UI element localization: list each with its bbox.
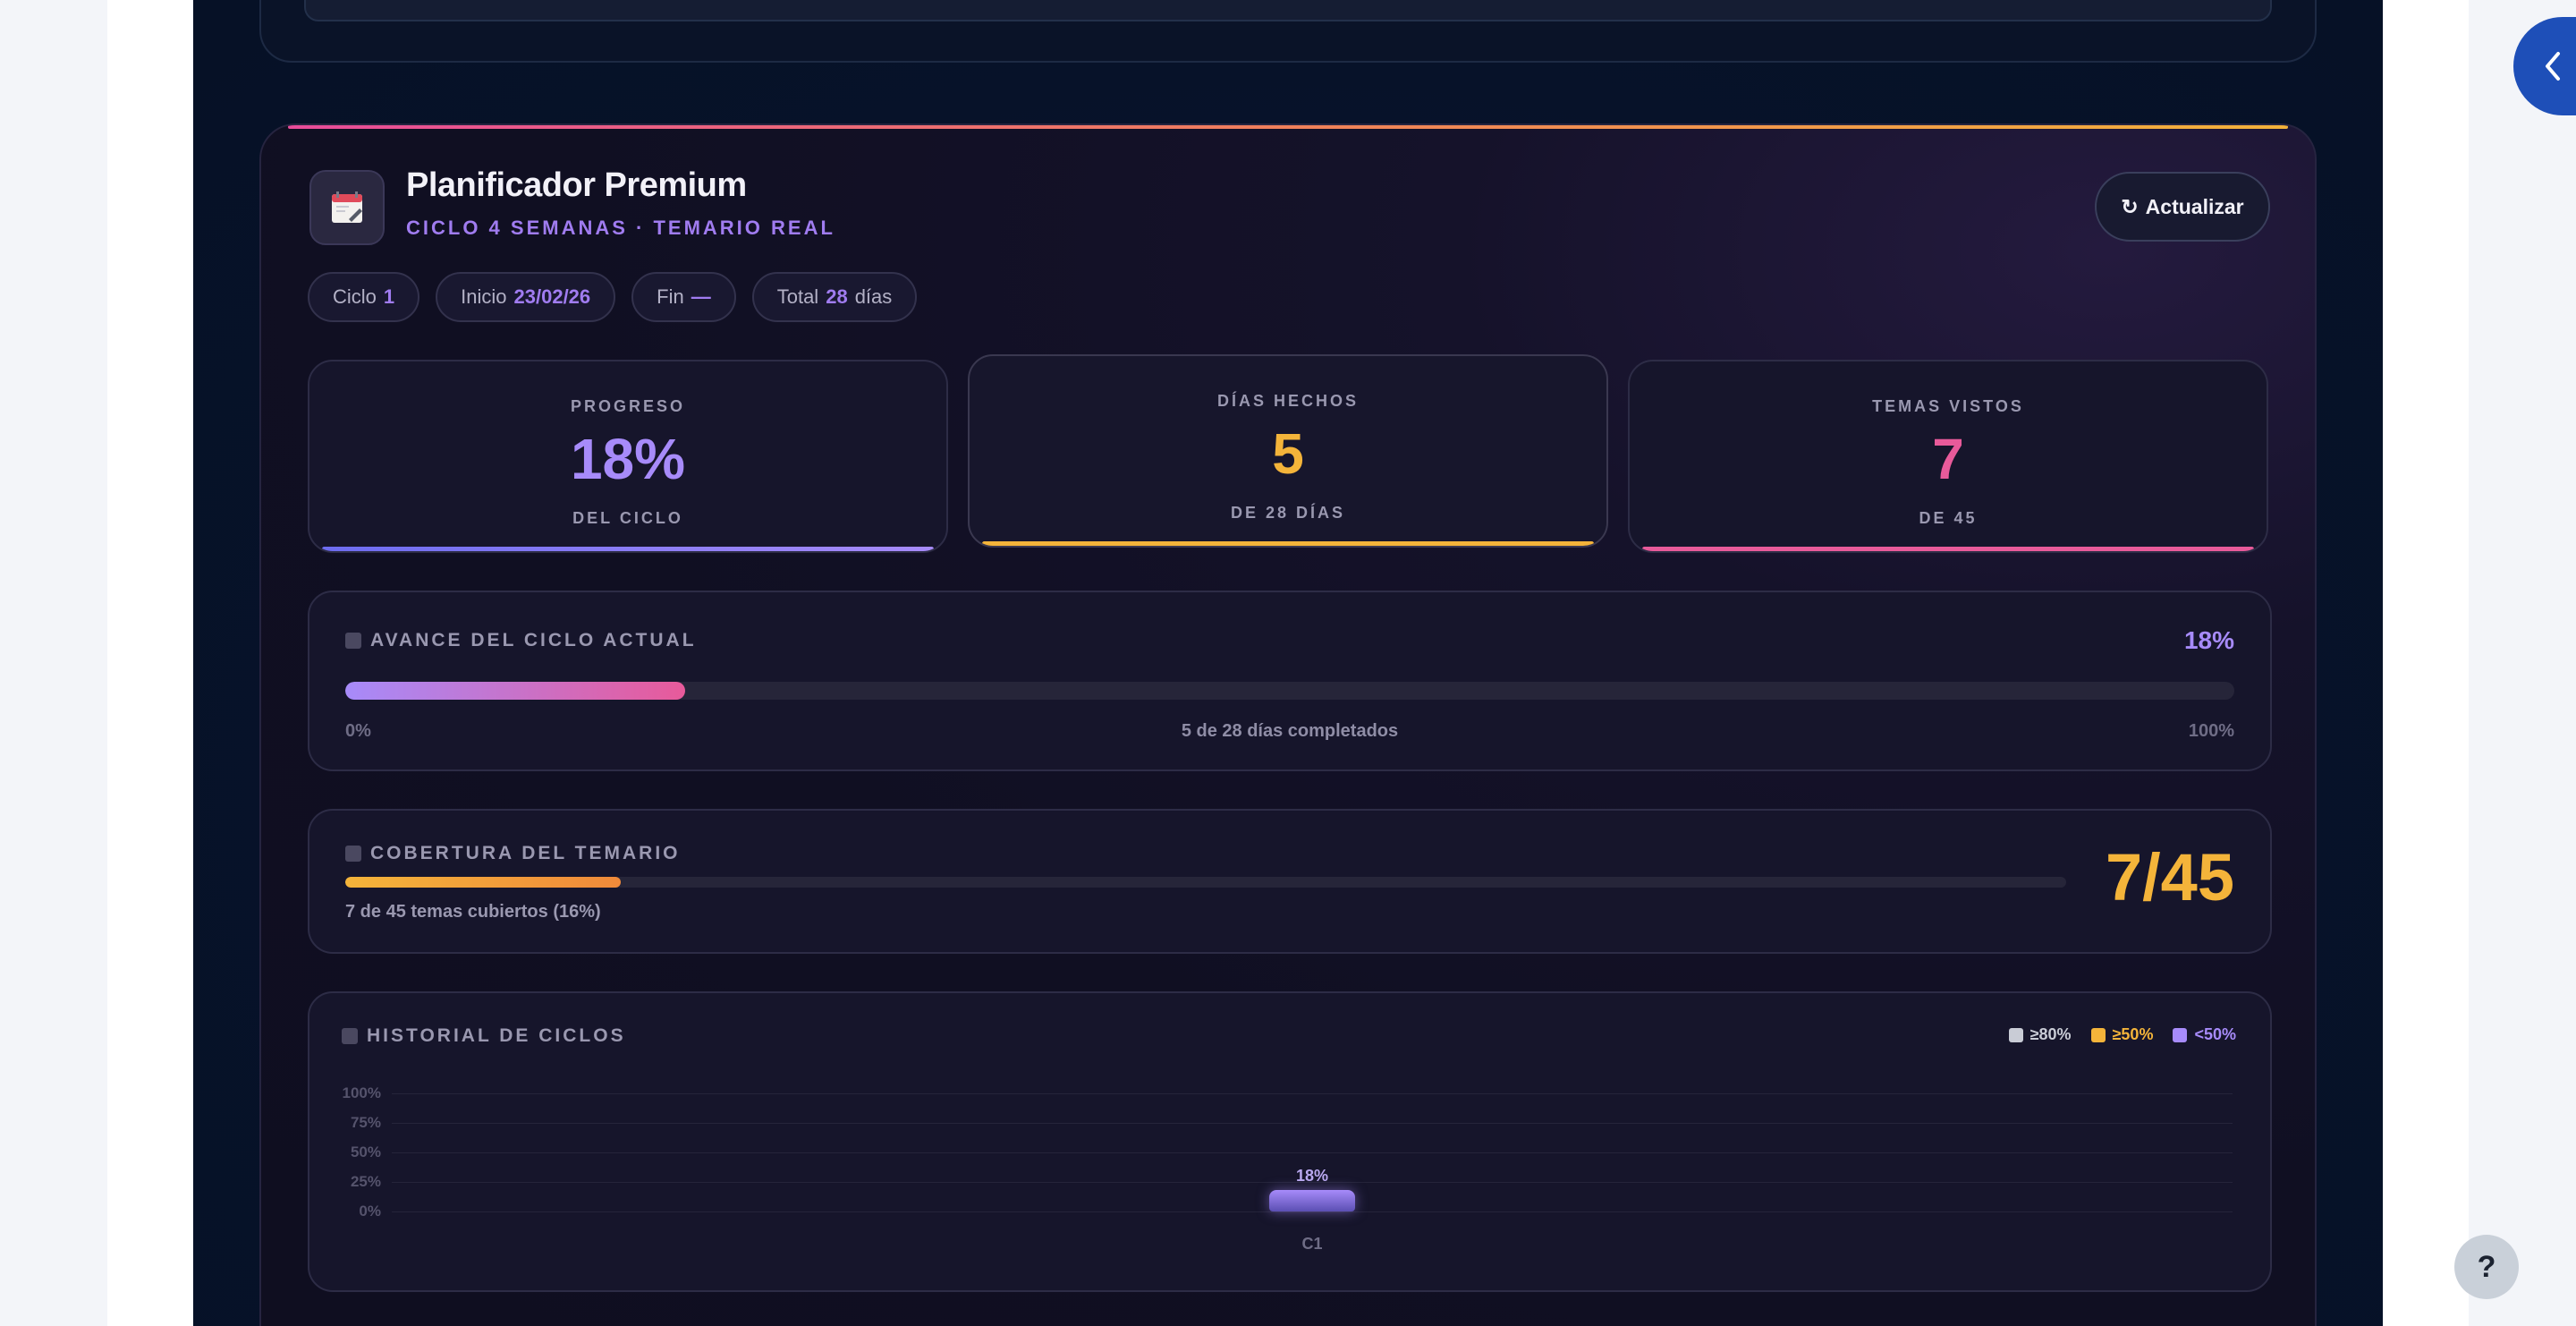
refresh-button[interactable]: ↻ Actualizar bbox=[2095, 172, 2270, 242]
chip-value: 28 bbox=[826, 285, 848, 308]
chevron-left-icon bbox=[2546, 52, 2560, 81]
chip-label: Ciclo bbox=[333, 285, 377, 308]
chart-gridline bbox=[392, 1093, 2233, 1094]
chip-cycle: Ciclo 1 bbox=[308, 272, 420, 322]
help-button[interactable]: ? bbox=[2454, 1235, 2519, 1299]
planner-card: Planificador Premium CICLO 4 SEMANAS · T… bbox=[259, 123, 2317, 1326]
section-title: AVANCE DEL CICLO ACTUAL bbox=[345, 630, 697, 651]
coverage-progress-bar bbox=[345, 877, 2066, 888]
refresh-icon: ↻ bbox=[2121, 194, 2139, 218]
previous-card-inner bbox=[304, 0, 2272, 21]
cycle-progress-fill bbox=[345, 682, 686, 700]
section-title-text: AVANCE DEL CICLO ACTUAL bbox=[370, 630, 697, 650]
stat-sub: DE 28 DÍAS bbox=[1230, 504, 1346, 522]
stat-value: 7 bbox=[1932, 427, 1964, 491]
chip-label: Inicio bbox=[461, 285, 507, 308]
coverage-section: COBERTURA DEL TEMARIO 7 de 45 temas cubi… bbox=[308, 809, 2272, 954]
stat-value: 18% bbox=[570, 427, 686, 491]
cycle-percent: 18% bbox=[2183, 626, 2234, 654]
collapse-sidebar-button[interactable] bbox=[2513, 17, 2576, 115]
stat-accent-bar bbox=[1642, 547, 2254, 551]
calendar-icon bbox=[309, 170, 385, 245]
coverage-caption: 7 de 45 temas cubiertos (16%) bbox=[345, 902, 601, 922]
stat-accent-bar bbox=[322, 547, 934, 551]
chart-gridline bbox=[392, 1123, 2233, 1124]
coverage-progress-fill bbox=[345, 877, 621, 888]
chart-icon bbox=[345, 633, 361, 649]
cycle-progress-section: AVANCE DEL CICLO ACTUAL 18% 0% 5 de 28 d… bbox=[308, 591, 2272, 771]
progress-caption: 5 de 28 días completados bbox=[1181, 721, 1399, 741]
chart-gridline bbox=[392, 1211, 2233, 1212]
chart-y-tick-label: 100% bbox=[342, 1084, 381, 1101]
chip-value: 1 bbox=[383, 285, 395, 308]
chart-y-tick-label: 50% bbox=[350, 1143, 381, 1160]
stat-progress: PROGRESO 18% DEL CICLO bbox=[308, 360, 948, 553]
progress-max-label: 100% bbox=[2188, 721, 2234, 741]
chart-y-tick-label: 25% bbox=[350, 1173, 381, 1190]
cycle-progress-bar bbox=[345, 682, 2234, 700]
stat-label: DÍAS HECHOS bbox=[1216, 392, 1359, 410]
books-icon bbox=[345, 846, 361, 862]
cycle-info-chips: Ciclo 1 Inicio 23/02/26 Fin — Total 28 d… bbox=[308, 272, 918, 322]
stat-sub: DEL CICLO bbox=[572, 509, 683, 527]
page-title: Planificador Premium bbox=[406, 166, 747, 204]
stat-label: PROGRESO bbox=[570, 397, 686, 415]
chart-x-tick-label: C1 bbox=[1301, 1235, 1323, 1253]
coverage-value: 7/45 bbox=[2105, 840, 2234, 914]
chip-label: Fin bbox=[657, 285, 684, 308]
section-title: COBERTURA DEL TEMARIO bbox=[345, 843, 681, 864]
chart-data-label: 18% bbox=[1295, 1167, 1329, 1186]
chart-gridline bbox=[392, 1152, 2233, 1153]
page-subtitle: CICLO 4 SEMANAS · TEMARIO REAL bbox=[406, 217, 835, 239]
stat-topics: TEMAS VISTOS 7 DE 45 bbox=[1628, 360, 2268, 553]
chart-y-tick-label: 75% bbox=[350, 1114, 381, 1131]
chart-y-tick-label: 0% bbox=[359, 1203, 381, 1220]
chip-value: — bbox=[691, 285, 711, 308]
chart-bar bbox=[1269, 1190, 1355, 1211]
history-section: HISTORIAL DE CICLOS ≥80% ≥50% <50% 100% 7… bbox=[308, 991, 2272, 1292]
stat-value: 5 bbox=[1272, 421, 1304, 486]
history-chart: 100% 75% 50% 25% 0% 18% C1 bbox=[309, 993, 2274, 1294]
chip-total: Total 28 días bbox=[751, 272, 918, 322]
stat-label: TEMAS VISTOS bbox=[1872, 397, 2024, 415]
chip-start: Inicio 23/02/26 bbox=[436, 272, 616, 322]
chip-value: 23/02/26 bbox=[513, 285, 591, 308]
refresh-label: Actualizar bbox=[2145, 194, 2244, 218]
chip-suffix: días bbox=[854, 285, 893, 308]
stat-sub: DE 45 bbox=[1919, 509, 1978, 527]
chip-end: Fin — bbox=[631, 272, 736, 322]
stat-accent-bar bbox=[982, 541, 1594, 546]
section-title-text: COBERTURA DEL TEMARIO bbox=[370, 843, 681, 863]
chip-label: Total bbox=[776, 285, 819, 308]
stat-days: DÍAS HECHOS 5 DE 28 DÍAS bbox=[968, 354, 1608, 548]
